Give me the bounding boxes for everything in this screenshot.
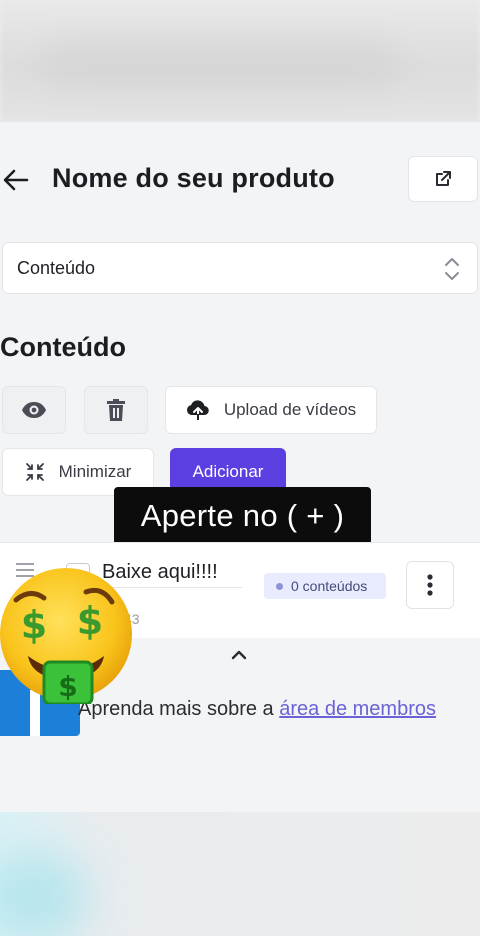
- sort-arrows-icon: [445, 258, 459, 280]
- section-title: Conteúdo: [0, 332, 126, 362]
- chevron-up-icon[interactable]: [229, 646, 249, 664]
- content-count-label: 0 conteúdos: [291, 578, 368, 594]
- add-label: Adicionar: [192, 462, 264, 481]
- svg-text:$: $: [77, 599, 103, 643]
- app-panel: Nome do seu produto Conteúdo Conteúdo Up…: [0, 122, 480, 812]
- svg-text:$: $: [58, 670, 77, 703]
- eye-icon: [22, 402, 46, 418]
- cloud-upload-icon: [186, 400, 209, 420]
- content-type-select[interactable]: Conteúdo: [2, 242, 478, 294]
- preview-button[interactable]: [2, 386, 66, 434]
- page-header: Nome do seu produto: [0, 154, 480, 204]
- arrow-left-icon[interactable]: [2, 166, 30, 194]
- kebab-menu-icon: [427, 574, 433, 596]
- trash-icon: [107, 399, 125, 421]
- blurred-bottom-area: [0, 812, 480, 936]
- open-external-button[interactable]: [408, 156, 478, 202]
- money-mouth-face-emoji: $ $ $: [0, 568, 132, 704]
- external-link-icon: [436, 171, 451, 186]
- delete-button[interactable]: [84, 386, 148, 434]
- minimize-label: Minimizar: [58, 462, 132, 481]
- upload-videos-button[interactable]: Upload de vídeos: [165, 386, 377, 434]
- content-count-badge: 0 conteúdos: [264, 573, 386, 599]
- minimize-icon: [25, 463, 44, 481]
- video-caption-overlay: Aperte no ( + ): [114, 487, 371, 545]
- upload-videos-label: Upload de vídeos: [223, 400, 357, 419]
- page-title: Nome do seu produto: [52, 163, 335, 193]
- badge-dot: [276, 582, 283, 590]
- select-value: Conteúdo: [17, 258, 96, 278]
- svg-text:$: $: [21, 603, 47, 647]
- blurred-top-bar: [0, 0, 480, 122]
- module-options-button[interactable]: [406, 561, 454, 609]
- members-area-link[interactable]: área de membros: [279, 698, 436, 720]
